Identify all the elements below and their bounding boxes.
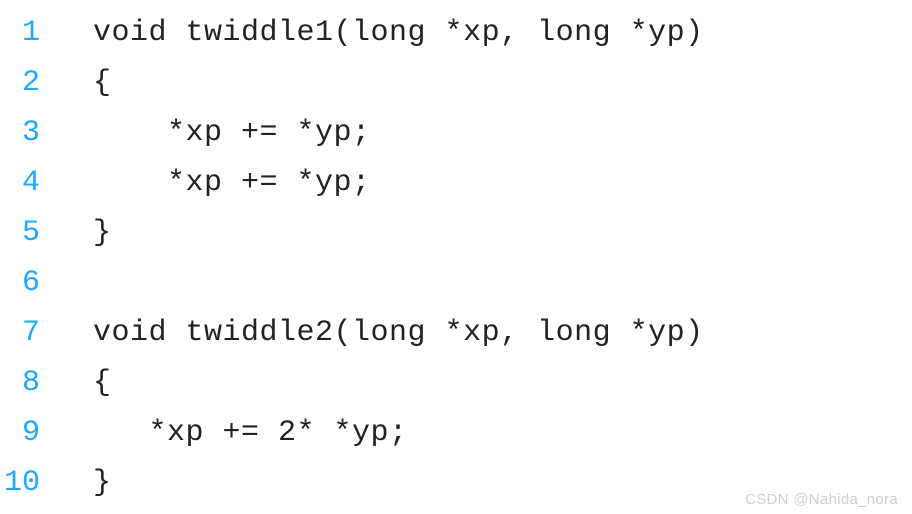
line-number: 10 [0,458,56,508]
code-line: 4 *xp += *yp; [0,158,912,208]
line-content: } [56,208,112,258]
line-content: { [56,58,112,108]
code-line: 9 *xp += 2* *yp; [0,408,912,458]
line-number: 8 [0,358,56,408]
code-line: 1 void twiddle1(long *xp, long *yp) [0,8,912,58]
line-number: 5 [0,208,56,258]
line-content: *xp += *yp; [56,158,371,208]
line-number: 2 [0,58,56,108]
code-line: 5 } [0,208,912,258]
line-content: } [56,458,112,508]
line-number: 9 [0,408,56,458]
line-number: 6 [0,258,56,308]
line-number: 4 [0,158,56,208]
code-line: 2 { [0,58,912,108]
line-content: void twiddle2(long *xp, long *yp) [56,308,704,358]
line-content: *xp += *yp; [56,108,371,158]
code-line: 3 *xp += *yp; [0,108,912,158]
code-line: 6 [0,258,912,308]
line-content: void twiddle1(long *xp, long *yp) [56,8,704,58]
line-content: { [56,358,112,408]
code-line: 8 { [0,358,912,408]
watermark: CSDN @Nahida_nora [745,491,898,508]
code-block: 1 void twiddle1(long *xp, long *yp) 2 { … [0,8,912,508]
line-number: 3 [0,108,56,158]
line-number: 7 [0,308,56,358]
line-content: *xp += 2* *yp; [56,408,408,458]
line-number: 1 [0,8,56,58]
code-line: 7 void twiddle2(long *xp, long *yp) [0,308,912,358]
